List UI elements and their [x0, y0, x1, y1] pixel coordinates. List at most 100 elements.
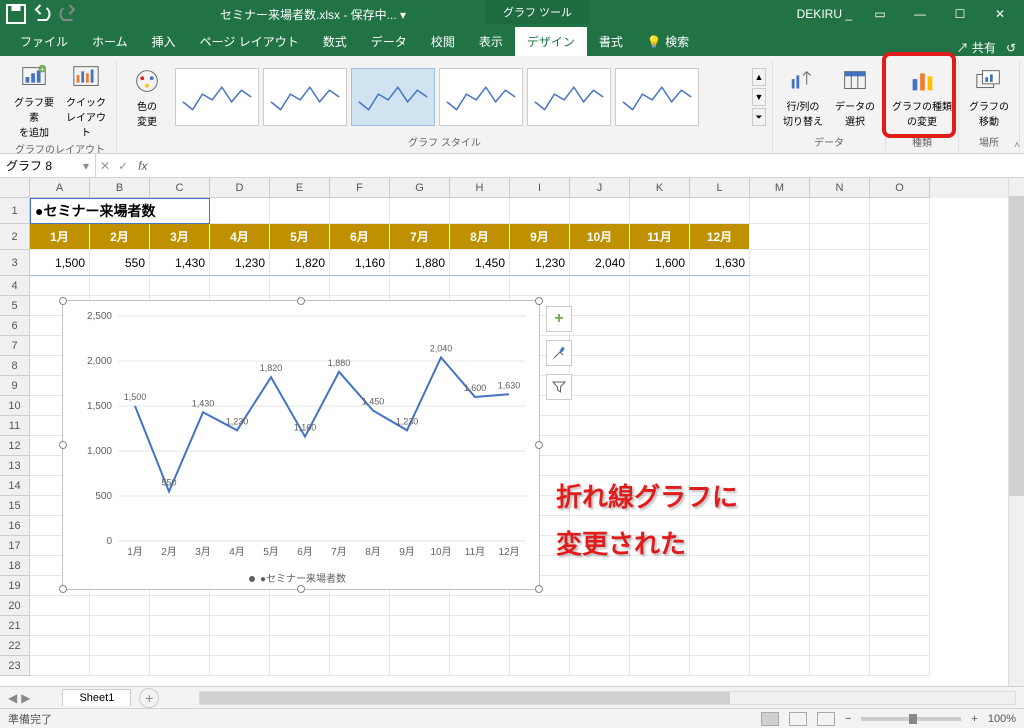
cell[interactable]: [810, 198, 870, 224]
horizontal-scrollbar[interactable]: [199, 691, 1016, 705]
cell[interactable]: 2,040: [570, 250, 630, 276]
fx-icon[interactable]: fx: [132, 159, 153, 173]
cell[interactable]: [570, 296, 630, 316]
cell[interactable]: [810, 396, 870, 416]
gallery-scroll-down-icon[interactable]: ▼: [752, 88, 766, 106]
cell[interactable]: [30, 596, 90, 616]
cell[interactable]: [810, 496, 870, 516]
cell[interactable]: 1,500: [30, 250, 90, 276]
cell[interactable]: [750, 250, 810, 276]
cell[interactable]: [750, 636, 810, 656]
cell[interactable]: [510, 198, 570, 224]
cell[interactable]: [810, 416, 870, 436]
cell[interactable]: [630, 276, 690, 296]
cell[interactable]: [810, 224, 870, 250]
row-header[interactable]: 7: [0, 336, 30, 356]
cell[interactable]: [270, 656, 330, 676]
tab-home[interactable]: ホーム: [80, 27, 140, 56]
cell[interactable]: [630, 416, 690, 436]
cell[interactable]: [30, 636, 90, 656]
gallery-more-icon[interactable]: ⏷: [752, 108, 766, 126]
cell[interactable]: [870, 516, 930, 536]
cell[interactable]: [150, 656, 210, 676]
cell[interactable]: [810, 436, 870, 456]
cell[interactable]: [630, 336, 690, 356]
cell[interactable]: [450, 636, 510, 656]
cell[interactable]: 2月: [90, 224, 150, 250]
col-header[interactable]: E: [270, 178, 330, 198]
undo-icon[interactable]: [30, 2, 54, 26]
cell[interactable]: [630, 356, 690, 376]
move-chart-button[interactable]: グラフの 移動: [965, 66, 1013, 128]
cell[interactable]: 1,600: [630, 250, 690, 276]
row-header[interactable]: 14: [0, 476, 30, 496]
cell[interactable]: [810, 656, 870, 676]
worksheet-grid[interactable]: ABCDEFGHIJKLMNO 1●セミナー来場者数21月2月3月4月5月6月7…: [0, 178, 1024, 686]
cell[interactable]: [750, 456, 810, 476]
cell[interactable]: [750, 556, 810, 576]
cell[interactable]: [330, 616, 390, 636]
cell[interactable]: [630, 616, 690, 636]
cell[interactable]: 550: [90, 250, 150, 276]
cell[interactable]: [570, 436, 630, 456]
cell[interactable]: [390, 596, 450, 616]
chart-styles-button[interactable]: [546, 340, 572, 366]
cell[interactable]: [750, 276, 810, 296]
cell[interactable]: [750, 616, 810, 636]
cell[interactable]: [510, 276, 570, 296]
zoom-in-icon[interactable]: +: [971, 713, 977, 725]
zoom-level[interactable]: 100%: [988, 713, 1016, 725]
cell[interactable]: [690, 356, 750, 376]
cell[interactable]: [570, 636, 630, 656]
change-colors-button[interactable]: 色の 変更: [123, 66, 171, 128]
cell[interactable]: [570, 656, 630, 676]
col-header[interactable]: H: [450, 178, 510, 198]
cell[interactable]: [870, 296, 930, 316]
cell[interactable]: 9月: [510, 224, 570, 250]
cell[interactable]: [870, 616, 930, 636]
row-header[interactable]: 2: [0, 224, 30, 250]
cell[interactable]: [870, 250, 930, 276]
cell[interactable]: 11月: [630, 224, 690, 250]
cell[interactable]: [870, 576, 930, 596]
select-all-corner[interactable]: [0, 178, 30, 198]
cell[interactable]: [390, 656, 450, 676]
cell[interactable]: [690, 436, 750, 456]
cell[interactable]: [870, 436, 930, 456]
cell[interactable]: [570, 416, 630, 436]
cell[interactable]: [270, 198, 330, 224]
row-header[interactable]: 15: [0, 496, 30, 516]
tab-data[interactable]: データ: [359, 27, 419, 56]
cell[interactable]: [750, 198, 810, 224]
resize-handle-s[interactable]: [297, 585, 305, 593]
cell[interactable]: [510, 656, 570, 676]
cell[interactable]: [210, 198, 270, 224]
cell[interactable]: [750, 496, 810, 516]
cell[interactable]: [750, 316, 810, 336]
cell[interactable]: 4月: [210, 224, 270, 250]
cell[interactable]: [810, 576, 870, 596]
cell[interactable]: [90, 276, 150, 296]
tab-file[interactable]: ファイル: [8, 27, 80, 56]
zoom-out-icon[interactable]: −: [845, 713, 851, 725]
cell[interactable]: [450, 596, 510, 616]
cell[interactable]: 3月: [150, 224, 210, 250]
cell[interactable]: [270, 276, 330, 296]
cell[interactable]: 1,160: [330, 250, 390, 276]
enter-formula-icon[interactable]: ✓: [118, 159, 128, 173]
history-icon[interactable]: ↺: [1006, 41, 1016, 55]
cell[interactable]: [270, 616, 330, 636]
cell[interactable]: [870, 636, 930, 656]
normal-view-icon[interactable]: [761, 712, 779, 726]
cell[interactable]: [870, 224, 930, 250]
cell[interactable]: [870, 556, 930, 576]
cell[interactable]: [690, 456, 750, 476]
cell[interactable]: [750, 356, 810, 376]
row-header[interactable]: 13: [0, 456, 30, 476]
cell[interactable]: [630, 316, 690, 336]
cell[interactable]: [570, 198, 630, 224]
tab-insert[interactable]: 挿入: [140, 27, 188, 56]
tab-view[interactable]: 表示: [467, 27, 515, 56]
row-header[interactable]: 20: [0, 596, 30, 616]
cell[interactable]: [630, 576, 690, 596]
